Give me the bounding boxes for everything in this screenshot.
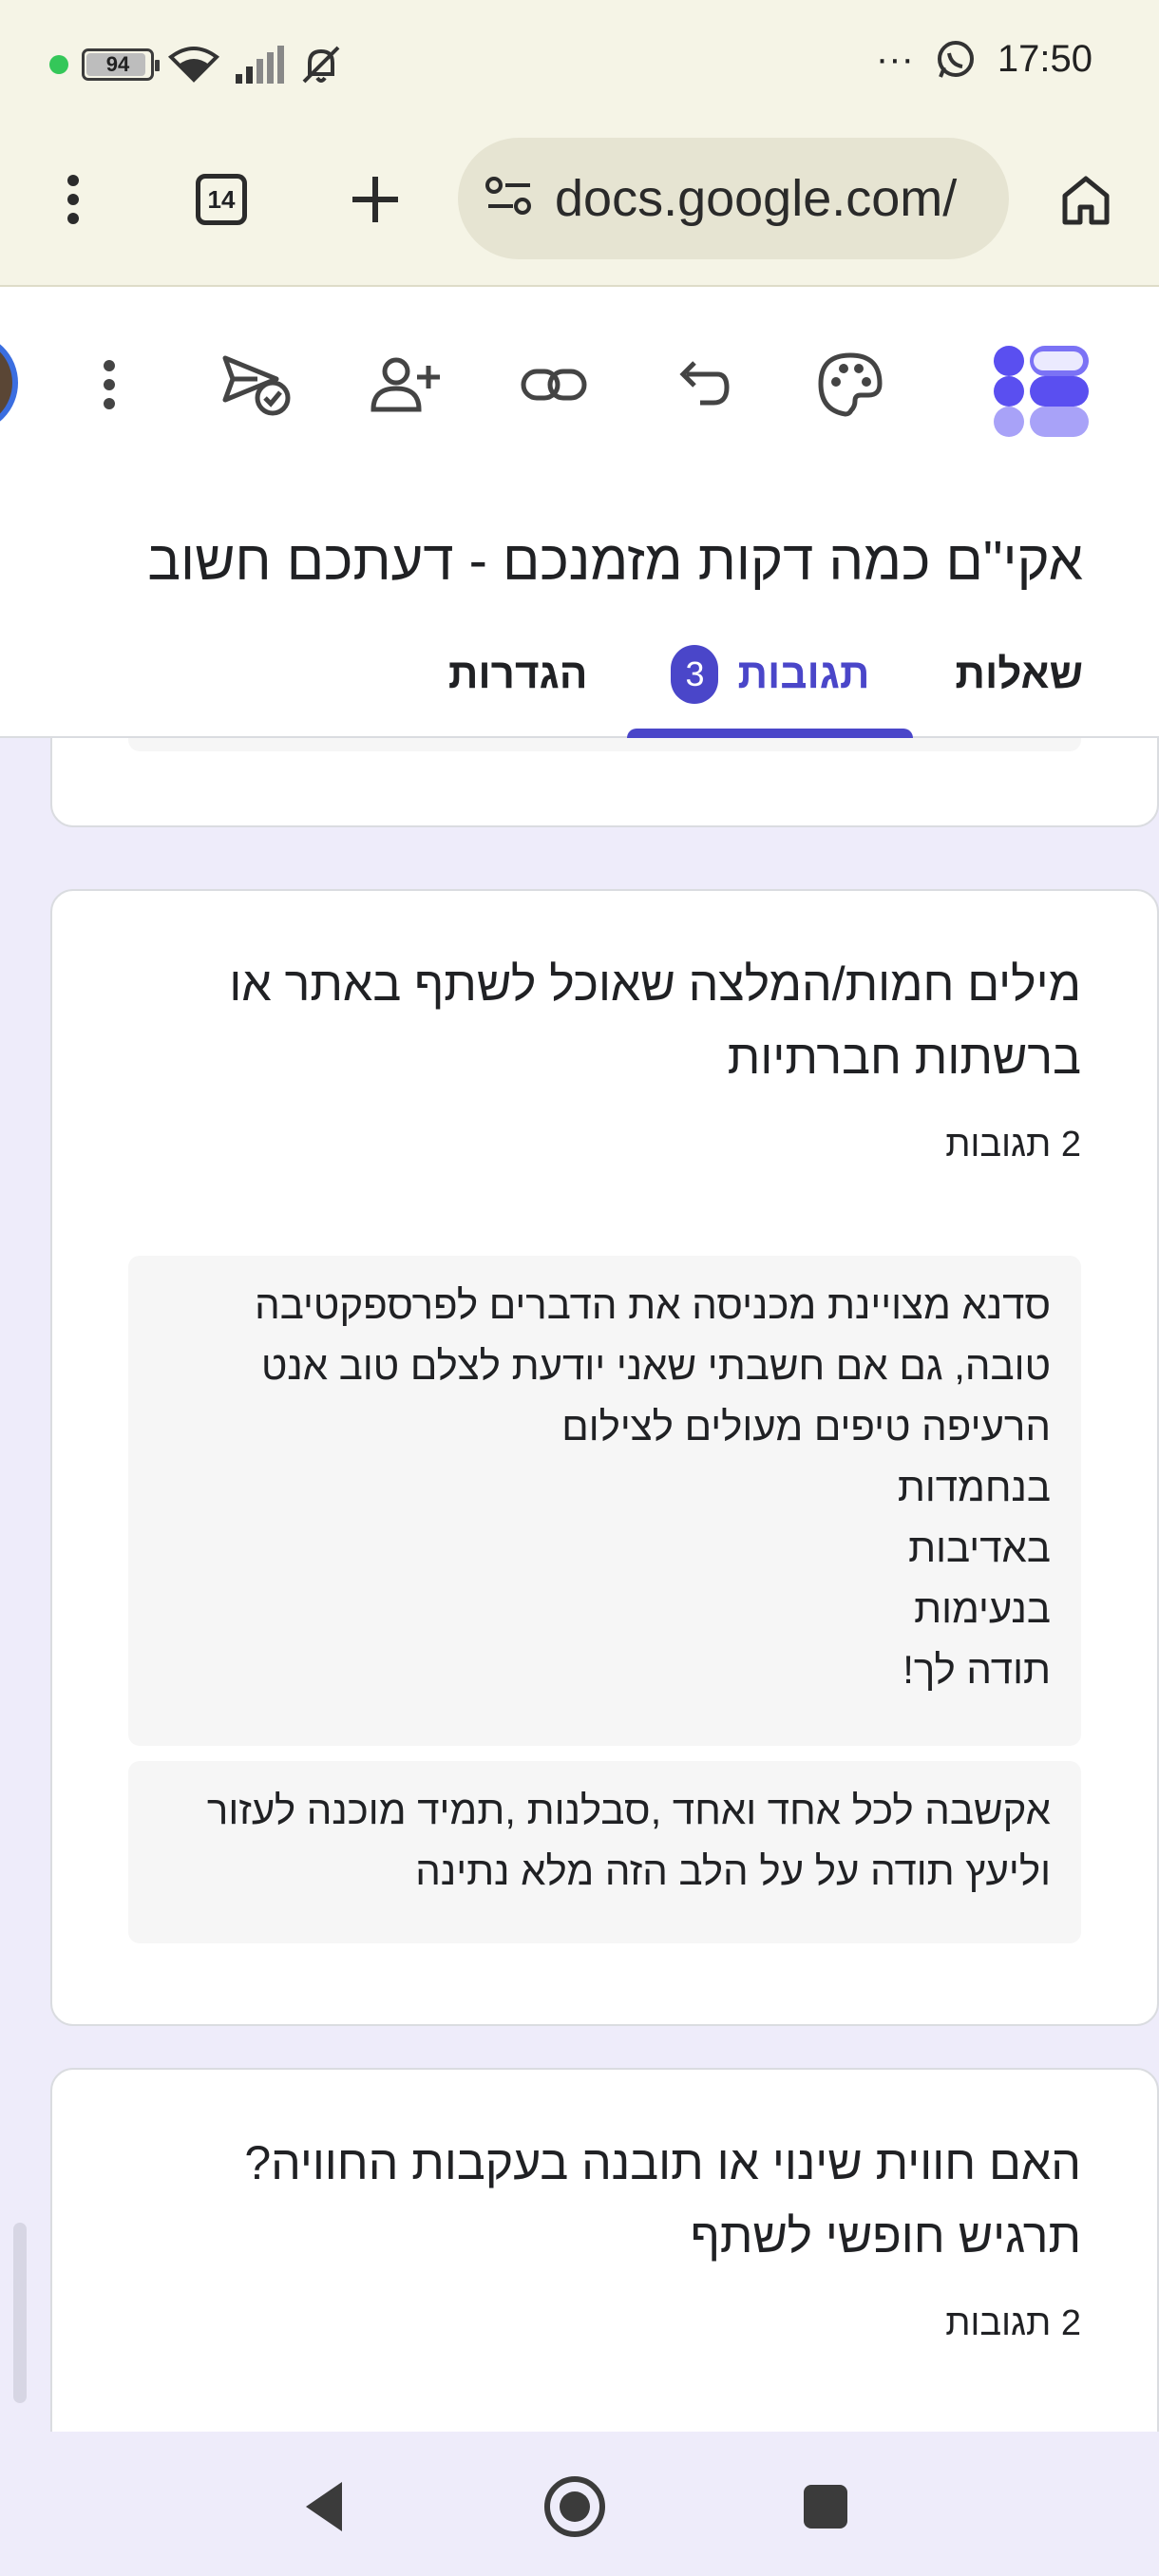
responses-count-badge: 3 — [671, 645, 719, 704]
form-title: אקי"ם כמה דקות מזמנכם - דעתכם חשוב — [147, 530, 1083, 592]
more-notifications-icon: ··· — [875, 38, 914, 80]
home-icon[interactable] — [1043, 157, 1129, 242]
site-settings-icon[interactable] — [484, 176, 534, 222]
question-card: מילים חמות/המלצה שאוכל לשתף באתר או ברשת… — [50, 889, 1159, 2026]
form-header: אקי"ם כמה דקות מזמנכם - דעתכם חשוב שאלות… — [0, 472, 1159, 738]
link-icon[interactable] — [511, 342, 597, 427]
clock: 17:50 — [997, 38, 1092, 80]
tab-settings-label: הגדרות — [447, 651, 588, 697]
send-icon[interactable] — [215, 342, 300, 427]
response-text: אקשבה לכל אחד ואחד ,סבלנות ,תמיד מוכנה ל… — [128, 1761, 1081, 1943]
response-text: סדנא מצויינת מכניסה את הדברים לפרספקטיבה… — [128, 1256, 1081, 1746]
page-scrollbar[interactable] — [13, 2223, 27, 2403]
response-count: 2 תגובות — [945, 2303, 1081, 2343]
tab-questions[interactable]: שאלות — [955, 641, 1083, 738]
privacy-indicator-dot — [49, 55, 68, 74]
recents-icon[interactable] — [783, 2464, 868, 2549]
whatsapp-icon — [935, 39, 977, 81]
responses-content[interactable]: מילים חמות/המלצה שאוכל לשתף באתר או ברשת… — [0, 738, 1159, 2432]
tab-responses[interactable]: תגובות 3 — [627, 641, 914, 738]
question-title: מילים חמות/המלצה שאוכל לשתף באתר או ברשת… — [229, 957, 1081, 1084]
tab-questions-label: שאלות — [955, 651, 1083, 697]
previous-response-box — [128, 738, 1081, 751]
add-collaborator-icon[interactable] — [363, 342, 448, 427]
palette-icon[interactable] — [808, 342, 893, 427]
battery-icon: 94 — [82, 48, 160, 81]
browser-toolbar: 14 docs.google.com/ — [0, 128, 1159, 287]
url-text[interactable]: docs.google.com/ — [555, 169, 957, 228]
signal-icon — [234, 46, 287, 84]
wifi-icon — [167, 46, 220, 84]
tab-settings[interactable]: הגדרות — [448, 641, 588, 738]
question-card: האם חווית שינוי או תובנה בעקבות החוויה? … — [50, 2068, 1159, 2432]
undo-icon[interactable] — [659, 342, 745, 427]
status-bar: 94 ··· 17:50 — [0, 0, 1159, 128]
new-tab-plus-icon[interactable] — [332, 157, 418, 242]
muted-bell-icon — [300, 44, 342, 85]
tab-switcher-button[interactable]: 14 — [179, 157, 264, 242]
home-nav-icon[interactable] — [532, 2464, 618, 2549]
address-bar[interactable]: docs.google.com/ — [458, 138, 1009, 259]
question-title: האם חווית שינוי או תובנה בעקבות החוויה? … — [244, 2136, 1081, 2263]
response-count: 2 תגובות — [945, 1125, 1081, 1165]
account-avatar[interactable] — [0, 331, 21, 435]
tab-count: 14 — [196, 174, 247, 225]
battery-percentage: 94 — [105, 52, 130, 76]
forms-logo-icon[interactable] — [988, 336, 1092, 441]
active-tab-indicator — [627, 729, 914, 738]
system-nav-bar — [0, 2432, 1159, 2576]
back-icon[interactable] — [281, 2464, 367, 2549]
form-tabs: שאלות תגובות 3 הגדרות — [448, 641, 1083, 738]
previous-question-card — [50, 738, 1159, 827]
browser-menu-icon[interactable] — [30, 157, 116, 242]
tab-responses-label: תגובות — [737, 651, 870, 697]
more-options-icon[interactable] — [66, 342, 152, 427]
forms-toolbar — [0, 287, 1159, 472]
